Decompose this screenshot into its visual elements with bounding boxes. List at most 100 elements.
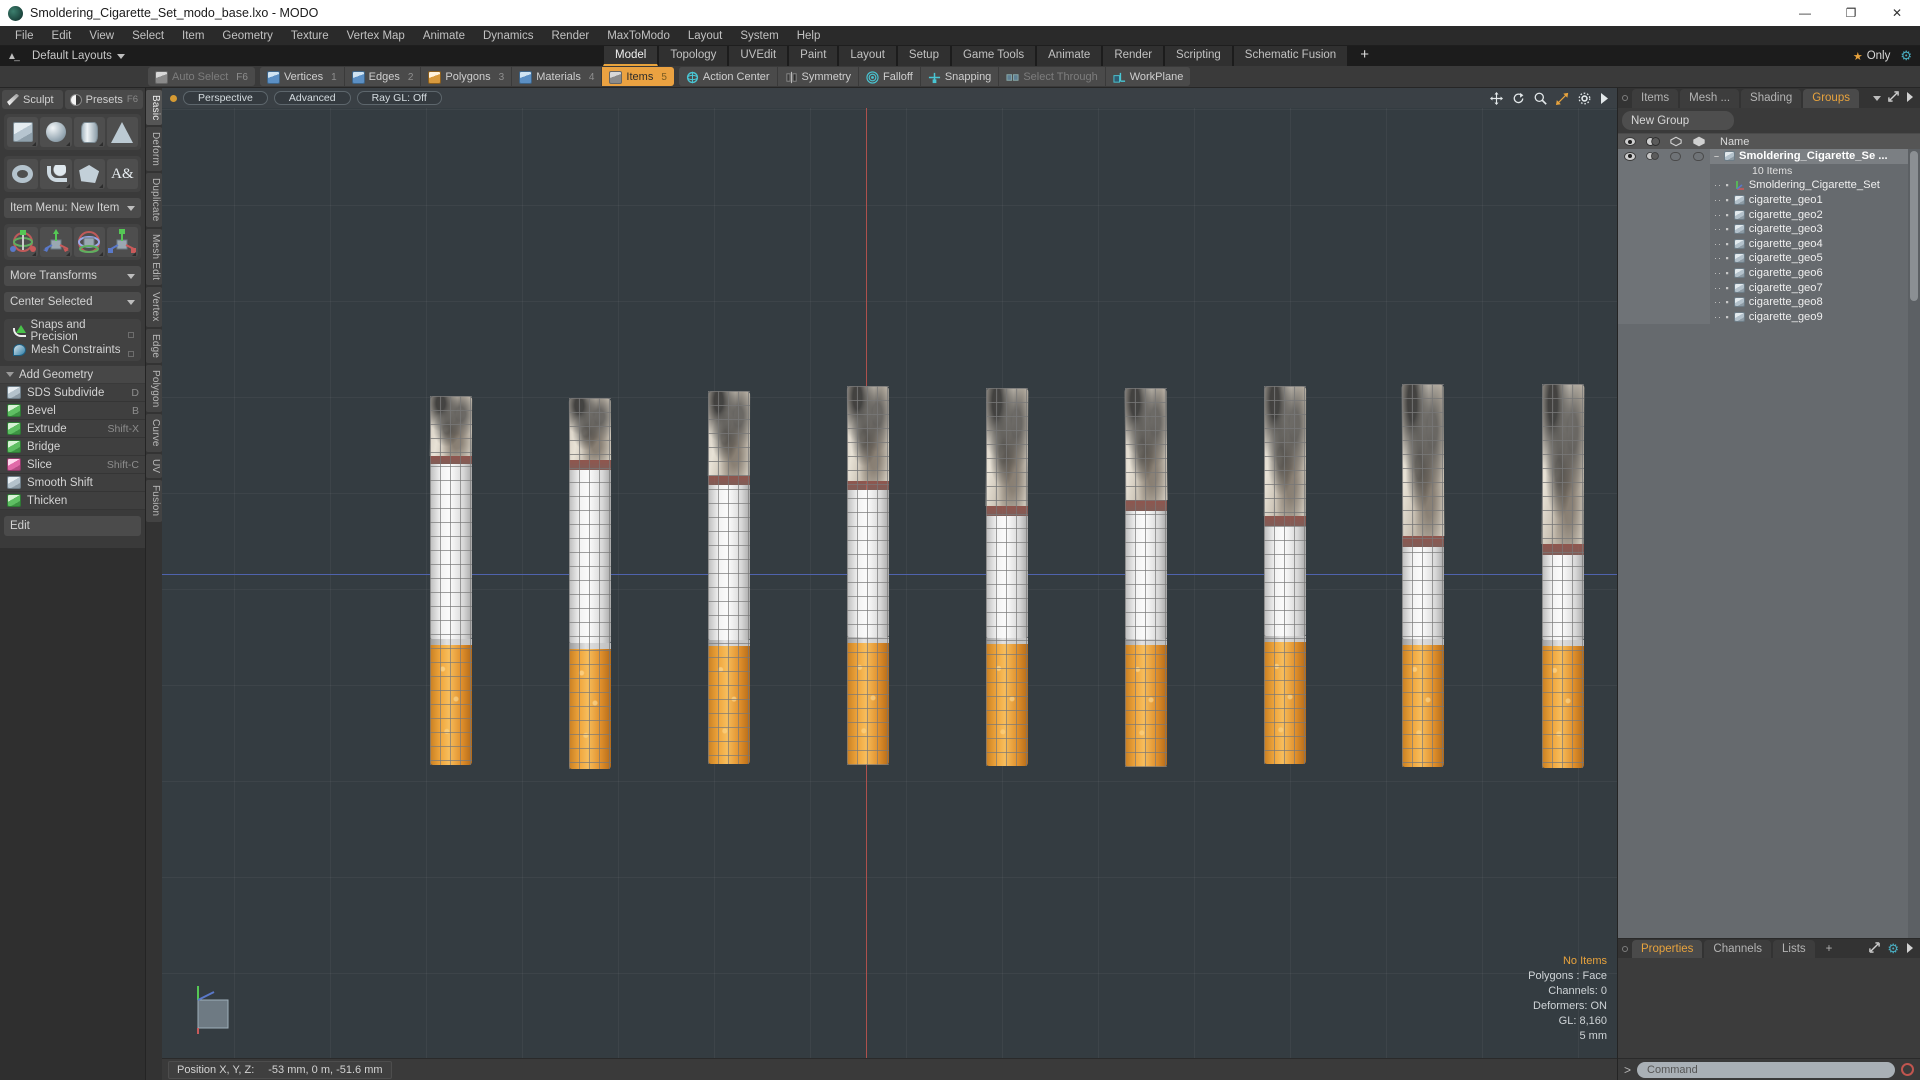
snaps-and-precision-button[interactable]: Snaps and Precision: [8, 319, 137, 343]
vtab-vertex[interactable]: Vertex: [146, 287, 162, 327]
mode-button-polygons[interactable]: Polygons 3: [421, 67, 513, 86]
right-tab-groups[interactable]: Groups: [1803, 89, 1859, 108]
menu-item-select[interactable]: Select: [123, 26, 173, 46]
mode-button-action-center[interactable]: Action Center: [678, 67, 778, 86]
tree-row[interactable]: ·· ▪ cigarette_geo5: [1618, 251, 1920, 266]
tree-row[interactable]: ·· ▪ cigarette_geo8: [1618, 294, 1920, 310]
add-geometry-header[interactable]: Add Geometry: [0, 366, 145, 383]
layout-tab-render[interactable]: Render: [1102, 46, 1165, 66]
tree-row[interactable]: – Smoldering_Cigarette_Se ...: [1618, 149, 1920, 164]
presets-tab[interactable]: Presets F6: [64, 90, 143, 109]
gear-icon[interactable]: ⚙: [1887, 941, 1899, 957]
fit-icon[interactable]: [1556, 92, 1569, 105]
more-transforms-dropdown[interactable]: More Transforms: [4, 266, 141, 286]
default-layouts-dropdown[interactable]: Default Layouts: [24, 46, 133, 66]
viewport-perspective-button[interactable]: Perspective: [183, 91, 268, 105]
cigarette-model-2[interactable]: [568, 398, 612, 769]
mode-button-select-through[interactable]: Select Through: [999, 67, 1106, 86]
layout-tab-model[interactable]: Model: [603, 46, 659, 66]
center-selected-dropdown[interactable]: Center Selected: [4, 292, 141, 312]
visibility-column-icon[interactable]: [1618, 137, 1641, 146]
menu-item-layout[interactable]: Layout: [679, 26, 732, 46]
menu-item-file[interactable]: File: [6, 26, 43, 46]
cigarette-model-4[interactable]: [846, 386, 890, 765]
row-render-toggle[interactable]: [1664, 149, 1687, 164]
group-tree[interactable]: – Smoldering_Cigarette_Se ... 10 Items ·· ▪…: [1618, 149, 1920, 938]
close-button[interactable]: ✕: [1874, 0, 1920, 26]
menu-item-view[interactable]: View: [80, 26, 123, 46]
bottom-tab-add[interactable]: +: [1817, 940, 1842, 958]
layout-tab-setup[interactable]: Setup: [896, 46, 951, 66]
command-input[interactable]: Command: [1637, 1061, 1895, 1078]
viewport-shading-button[interactable]: Advanced: [273, 91, 351, 105]
tool-slice[interactable]: Slice Shift-C: [0, 456, 145, 474]
wireframe-column-icon[interactable]: [1687, 136, 1710, 147]
menu-item-geometry[interactable]: Geometry: [213, 26, 282, 46]
panel-menu-dot[interactable]: [1618, 88, 1632, 108]
rotate-icon[interactable]: [1512, 92, 1525, 105]
tool-sds-subdivide[interactable]: SDS Subdivide D: [0, 384, 145, 402]
viewport-canvas[interactable]: No Items Polygons : Face Channels: 0 Def…: [162, 108, 1617, 1058]
mesh-constraints-button[interactable]: Mesh Constraints: [8, 340, 137, 359]
tree-row[interactable]: ·· ▪ cigarette_geo3: [1618, 221, 1920, 237]
menu-item-maxtomodo[interactable]: MaxToModo: [598, 26, 679, 46]
maximize-button[interactable]: ❐: [1828, 0, 1874, 26]
record-icon[interactable]: [1901, 1063, 1914, 1076]
cigarette-model-6[interactable]: [1124, 388, 1168, 767]
tree-row[interactable]: ·· ▪ cigarette_geo2: [1618, 207, 1920, 222]
tool-extrude[interactable]: Extrude Shift-X: [0, 420, 145, 438]
tree-expand-toggle[interactable]: –: [1714, 151, 1720, 161]
menu-item-system[interactable]: System: [731, 26, 787, 46]
home-icon[interactable]: ▲̲: [0, 46, 24, 66]
curve-primitive-button[interactable]: [40, 159, 72, 189]
row-wire-toggle[interactable]: [1687, 149, 1710, 164]
viewport-menu-dot[interactable]: [170, 94, 177, 102]
menu-item-edit[interactable]: Edit: [43, 26, 81, 46]
tool-thicken[interactable]: Thicken: [0, 492, 145, 510]
minimize-button[interactable]: —: [1782, 0, 1828, 26]
mode-button-workplane[interactable]: WorkPlane: [1105, 67, 1191, 86]
mode-button-vertices[interactable]: Vertices 1: [259, 67, 345, 86]
vtab-mesh-edit[interactable]: Mesh Edit: [146, 228, 162, 286]
vtab-edge[interactable]: Edge: [146, 328, 162, 363]
cigarette-model-3[interactable]: [707, 391, 751, 764]
new-group-button[interactable]: New Group: [1622, 111, 1734, 130]
transform-all-button[interactable]: [7, 227, 39, 257]
mode-button-snapping[interactable]: Snapping: [920, 67, 1000, 86]
chevron-right-icon[interactable]: [1906, 91, 1914, 105]
vtab-uv[interactable]: UV: [146, 454, 162, 479]
layout-tab-game-tools[interactable]: Game Tools: [950, 46, 1037, 66]
layout-tab-schematic-fusion[interactable]: Schematic Fusion: [1232, 46, 1349, 66]
bottom-tab-lists[interactable]: Lists: [1773, 940, 1815, 958]
layout-tab-uvedit[interactable]: UVEdit: [728, 46, 789, 66]
menu-item-item[interactable]: Item: [173, 26, 213, 46]
chevron-right-icon[interactable]: [1906, 942, 1914, 956]
tree-row[interactable]: ·· ▪ cigarette_geo1: [1618, 192, 1920, 208]
tree-row[interactable]: ·· ▪ cigarette_geo7: [1618, 280, 1920, 295]
cylinder-primitive-button[interactable]: [73, 117, 105, 147]
expand-icon[interactable]: [1869, 941, 1881, 956]
tree-row[interactable]: ·· ▪ cigarette_geo6: [1618, 265, 1920, 281]
chevron-right-icon[interactable]: [1600, 92, 1609, 104]
vtab-polygon[interactable]: Polygon: [146, 364, 162, 413]
item-menu-dropdown[interactable]: Item Menu: New Item: [4, 198, 141, 218]
tool-bridge[interactable]: Bridge: [0, 438, 145, 456]
mode-button-symmetry[interactable]: Symmetry: [777, 67, 860, 86]
menu-item-animate[interactable]: Animate: [414, 26, 474, 46]
render-column-icon[interactable]: [1664, 136, 1687, 147]
cigarette-model-9[interactable]: [1541, 384, 1585, 768]
menu-item-dynamics[interactable]: Dynamics: [474, 26, 542, 46]
layout-tab-paint[interactable]: Paint: [788, 46, 839, 66]
tree-row[interactable]: 10 Items: [1618, 163, 1920, 179]
scale-tool-button[interactable]: [106, 227, 138, 257]
cone-primitive-button[interactable]: [106, 117, 138, 147]
gear-icon[interactable]: [1578, 92, 1591, 105]
mode-button-falloff[interactable]: Falloff: [859, 67, 921, 86]
bottom-tab-properties[interactable]: Properties: [1632, 940, 1703, 958]
cigarette-model-5[interactable]: [985, 388, 1029, 766]
menu-item-texture[interactable]: Texture: [282, 26, 338, 46]
expand-icon[interactable]: [1888, 91, 1899, 105]
tree-row[interactable]: ·· ▪ cigarette_geo4: [1618, 236, 1920, 252]
move-icon[interactable]: [1490, 91, 1503, 105]
add-layout-tab-button[interactable]: +: [1348, 46, 1381, 66]
